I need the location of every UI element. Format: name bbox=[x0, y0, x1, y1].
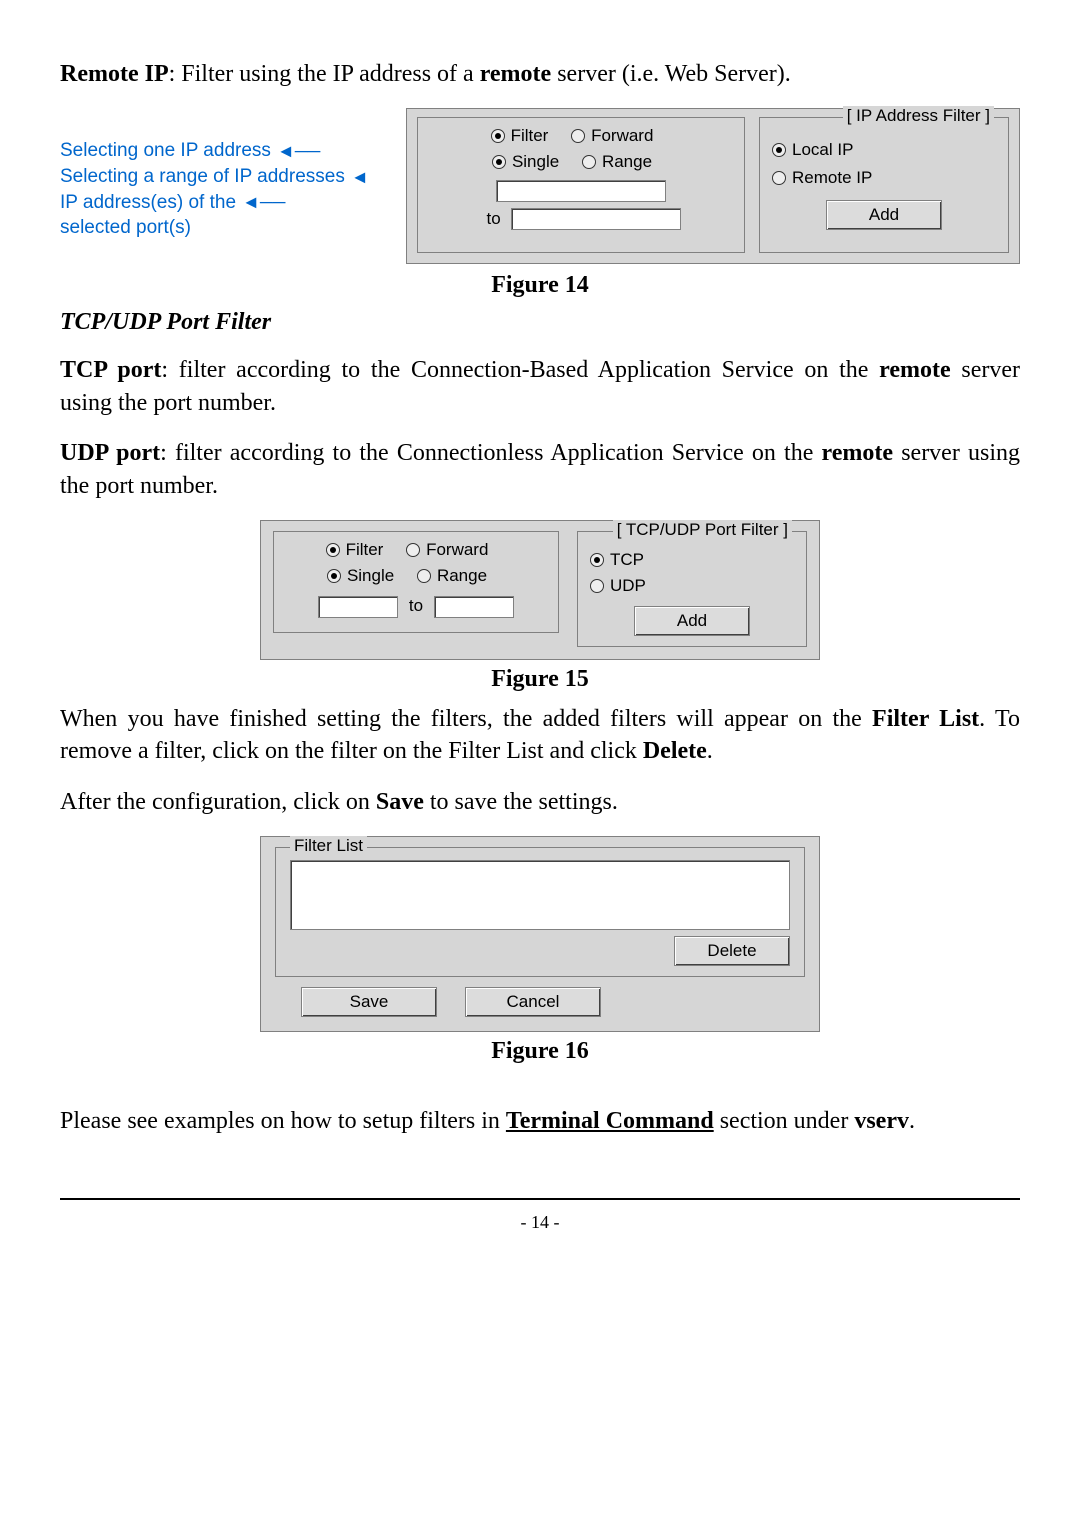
page-number: - 14 - bbox=[60, 1212, 1020, 1233]
remote-ip-radio[interactable]: Remote IP bbox=[772, 168, 872, 188]
footer-rule bbox=[60, 1198, 1020, 1200]
section-heading: TCP/UDP Port Filter bbox=[60, 309, 1020, 336]
forward-radio[interactable]: Forward bbox=[406, 540, 488, 560]
port-from-input[interactable] bbox=[318, 596, 398, 618]
forward-radio[interactable]: Forward bbox=[571, 126, 653, 146]
udp-paragraph: UDP port: filter according to the Connec… bbox=[60, 437, 1020, 502]
add-button[interactable]: Add bbox=[634, 606, 750, 636]
figure16-caption: Figure 16 bbox=[60, 1038, 1020, 1065]
remote-ip-paragraph: Remote IP: Filter using the IP address o… bbox=[60, 58, 1020, 90]
figure-16: Filter List Delete Save Cancel bbox=[260, 836, 820, 1032]
annot-line3: IP address(es) of the bbox=[60, 190, 236, 216]
delete-button[interactable]: Delete bbox=[674, 936, 790, 966]
range-radio[interactable]: Range bbox=[417, 566, 487, 586]
to-label: to bbox=[409, 596, 423, 615]
annot-line2: Selecting a range of IP addresses bbox=[60, 164, 345, 190]
annot-line1: Selecting one IP address bbox=[60, 138, 271, 164]
ip-to-input[interactable] bbox=[511, 208, 681, 230]
figure15-caption: Figure 15 bbox=[60, 666, 1020, 693]
arrow-icon: ◄ bbox=[351, 165, 369, 189]
finished-paragraph: When you have finished setting the filte… bbox=[60, 703, 1020, 768]
range-radio[interactable]: Range bbox=[582, 152, 652, 172]
examples-paragraph: Please see examples on how to setup filt… bbox=[60, 1105, 1020, 1137]
udp-radio[interactable]: UDP bbox=[590, 576, 646, 596]
arrow-icon: ◄── bbox=[277, 139, 320, 163]
save-button[interactable]: Save bbox=[301, 987, 437, 1017]
figure-14: Selecting one IP address◄── Selecting a … bbox=[60, 108, 1020, 264]
filter-radio[interactable]: Filter bbox=[326, 540, 384, 560]
single-radio[interactable]: Single bbox=[327, 566, 394, 586]
arrow-icon: ◄── bbox=[242, 190, 285, 214]
filter-radio[interactable]: Filter bbox=[491, 126, 549, 146]
after-config-paragraph: After the configuration, click on Save t… bbox=[60, 786, 1020, 818]
ip-from-input[interactable] bbox=[496, 180, 666, 202]
annot-line4: selected port(s) bbox=[60, 217, 191, 238]
to-label: to bbox=[487, 209, 501, 228]
figure14-annotations: Selecting one IP address◄── Selecting a … bbox=[60, 108, 406, 264]
figure-15: Filter Forward Single Range to bbox=[260, 520, 820, 660]
tcp-paragraph: TCP port: filter according to the Connec… bbox=[60, 354, 1020, 419]
local-ip-radio[interactable]: Local IP bbox=[772, 140, 853, 160]
cancel-button[interactable]: Cancel bbox=[465, 987, 601, 1017]
port-to-input[interactable] bbox=[434, 596, 514, 618]
figure14-caption: Figure 14 bbox=[60, 272, 1020, 299]
single-radio[interactable]: Single bbox=[492, 152, 559, 172]
add-button[interactable]: Add bbox=[826, 200, 942, 230]
tcp-radio[interactable]: TCP bbox=[590, 550, 644, 570]
filter-list[interactable] bbox=[290, 860, 790, 930]
